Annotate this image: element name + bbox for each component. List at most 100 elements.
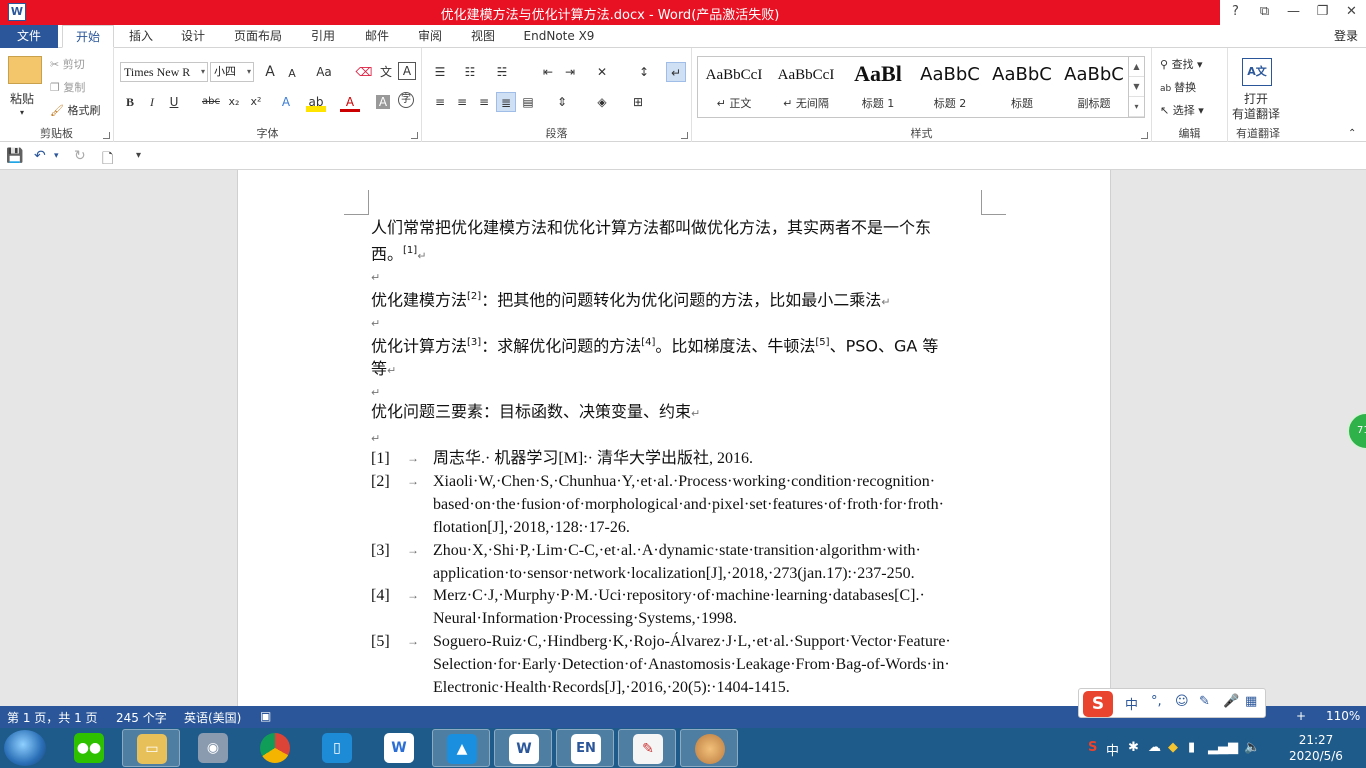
start-button-icon[interactable] bbox=[4, 730, 46, 766]
tab-file[interactable]: 文件 bbox=[0, 25, 58, 48]
ime-mode-button[interactable]: 中 bbox=[1125, 694, 1138, 713]
bullets-icon[interactable]: ☰ bbox=[430, 62, 450, 82]
taskbar-explorer[interactable]: ▭ bbox=[122, 729, 180, 767]
paragraph-launcher-icon[interactable] bbox=[681, 132, 688, 139]
chevron-down-icon[interactable]: ▼ bbox=[1129, 77, 1144, 97]
network-tray-icon[interactable]: ▂▄▆ bbox=[1208, 740, 1238, 755]
sogou-logo-icon[interactable]: S bbox=[1083, 691, 1113, 717]
paragraph-4[interactable]: 优化问题三要素：目标函数、决策变量、约束↵ bbox=[371, 400, 983, 425]
distributed-icon[interactable]: ▤ bbox=[518, 92, 538, 112]
replace-button[interactable]: ab 替换 bbox=[1160, 79, 1196, 95]
tab-review[interactable]: 审阅 bbox=[409, 25, 451, 48]
styles-launcher-icon[interactable] bbox=[1141, 132, 1148, 139]
tab-home[interactable]: 开始 bbox=[62, 25, 114, 48]
underline-button[interactable]: U bbox=[164, 92, 184, 112]
copy-button[interactable]: ❐ 复制 bbox=[50, 79, 85, 95]
star-tray-icon[interactable]: ✱ bbox=[1128, 740, 1139, 755]
language-indicator[interactable]: 英语(美国) bbox=[184, 709, 241, 726]
enclosed-char-icon[interactable]: 字 bbox=[398, 92, 414, 108]
borders-icon[interactable]: ⊞ bbox=[628, 92, 648, 112]
style-normal[interactable]: AaBbCcI ↵ 正文 bbox=[698, 57, 770, 117]
paragraph-1[interactable]: 人们常常把优化建模方法和优化计算方法都叫做优化方法，其实两者不是一个东 西。[1… bbox=[371, 216, 983, 267]
sogou-tray-icon[interactable]: S bbox=[1088, 740, 1097, 755]
format-painter-button[interactable]: 🖌 格式刷 bbox=[50, 102, 100, 118]
taskbar-cloud[interactable]: ▲ bbox=[432, 729, 490, 767]
paragraph-3[interactable]: 优化计算方法[3]：求解优化问题的方法[4]。比如梯度法、牛顿法[5]、PSO、… bbox=[371, 331, 983, 382]
tab-view[interactable]: 视图 bbox=[462, 25, 504, 48]
bold-button[interactable]: B bbox=[120, 92, 140, 112]
cut-button[interactable]: ✂ 剪切 bbox=[50, 56, 85, 72]
subscript-button[interactable]: x₂ bbox=[224, 92, 244, 112]
paste-dropdown-icon[interactable]: ▾ bbox=[20, 108, 24, 117]
page-count[interactable]: 第 1 页，共 1 页 bbox=[7, 709, 98, 726]
undo-dropdown-icon[interactable]: ▾ bbox=[54, 151, 59, 161]
customize-qat-icon[interactable]: ▾ bbox=[136, 150, 141, 161]
font-launcher-icon[interactable] bbox=[411, 132, 418, 139]
word-count[interactable]: 245 个字 bbox=[116, 709, 167, 726]
pen-icon[interactable]: ✎ bbox=[1199, 694, 1210, 709]
document-page[interactable]: 人们常常把优化建模方法和优化计算方法都叫做优化方法，其实两者不是一个东 西。[1… bbox=[237, 170, 1111, 706]
close-icon[interactable]: ✕ bbox=[1337, 0, 1366, 25]
decrease-indent-icon[interactable]: ⇤ bbox=[538, 62, 558, 82]
paste-icon[interactable] bbox=[8, 56, 42, 84]
cloud-tray-icon[interactable]: ☁ bbox=[1148, 740, 1161, 755]
asian-layout-icon[interactable]: ✕ bbox=[592, 62, 612, 82]
sort-icon[interactable]: ↕ bbox=[634, 62, 654, 82]
shading-icon[interactable]: ◈ bbox=[592, 92, 612, 112]
style-heading-2[interactable]: AaBbC 标题 2 bbox=[914, 57, 986, 117]
save-icon[interactable]: 💾 bbox=[6, 148, 23, 164]
taskbar-wps[interactable]: W bbox=[370, 729, 428, 767]
help-icon[interactable]: ? bbox=[1221, 0, 1250, 25]
reference-1[interactable]: [1] → 周志华.· 机器学习[M]:· 清华大学出版社, 2016. bbox=[371, 447, 983, 470]
change-case-button[interactable]: Aa bbox=[310, 62, 338, 82]
toolbox-icon[interactable]: ▦ bbox=[1245, 694, 1257, 709]
reference-4[interactable]: [4] → Merz·C·J,·Murphy·P·M.·Uci·repository… bbox=[371, 584, 983, 630]
security-tray-icon[interactable]: ◆ bbox=[1168, 740, 1178, 755]
taskbar-camera[interactable]: ◉ bbox=[184, 729, 242, 767]
volume-icon[interactable]: 🔈 bbox=[1244, 740, 1260, 755]
align-center-icon[interactable]: ≡ bbox=[452, 92, 472, 112]
taskbar-reader[interactable]: ▯ bbox=[308, 729, 366, 767]
font-size-combo[interactable]: 小四 ▾ bbox=[210, 62, 254, 82]
char-shading-icon[interactable]: A bbox=[376, 95, 390, 109]
zoom-in-button[interactable]: + bbox=[1296, 709, 1306, 723]
italic-button[interactable]: I bbox=[142, 92, 162, 112]
tab-insert[interactable]: 插入 bbox=[120, 25, 162, 48]
line-spacing-icon[interactable]: ⇕ bbox=[552, 92, 572, 112]
phonetic-guide-icon[interactable]: 文 bbox=[376, 62, 396, 82]
microphone-icon[interactable]: 🎤 bbox=[1223, 694, 1239, 709]
reference-2[interactable]: [2] → Xiaoli·W,·Chen·S,·Chunhua·Y,·et·al.·… bbox=[371, 470, 983, 539]
shrink-font-button[interactable]: A bbox=[282, 64, 302, 84]
taskbar-wechat[interactable]: ●● bbox=[60, 729, 118, 767]
punctuation-icon[interactable]: °, bbox=[1151, 694, 1162, 709]
undo-icon[interactable]: ↶ bbox=[34, 148, 46, 164]
taskbar-photo[interactable] bbox=[680, 729, 738, 767]
minimize-icon[interactable]: — bbox=[1279, 0, 1308, 25]
clear-format-icon[interactable]: ⌫ bbox=[354, 62, 374, 82]
numbering-icon[interactable]: ☷ bbox=[460, 62, 480, 82]
zoom-level[interactable]: 110% bbox=[1326, 709, 1360, 723]
taskbar-endnote[interactable]: EN bbox=[556, 729, 614, 767]
font-color-icon[interactable]: A bbox=[340, 92, 360, 112]
tab-references[interactable]: 引用 bbox=[302, 25, 344, 48]
multilevel-list-icon[interactable]: ☵ bbox=[492, 62, 512, 82]
clipboard-launcher-icon[interactable] bbox=[103, 132, 110, 139]
grow-font-button[interactable]: A bbox=[260, 62, 280, 82]
emoji-icon[interactable]: ☺ bbox=[1175, 694, 1189, 709]
reference-5[interactable]: [5] → Soguero-Ruiz·C,·Hindberg·K,·Rojo-Álv… bbox=[371, 630, 983, 699]
redo-icon[interactable]: ↻ bbox=[74, 148, 86, 164]
char-border-icon[interactable]: A bbox=[398, 62, 416, 80]
new-document-icon[interactable]: 🗋 bbox=[102, 148, 113, 172]
style-subtitle[interactable]: AaBbC 副标题 bbox=[1058, 57, 1130, 117]
tab-endnote[interactable]: EndNote X9 bbox=[518, 25, 600, 48]
tab-design[interactable]: 设计 bbox=[172, 25, 214, 48]
taskbar-chrome[interactable] bbox=[246, 729, 304, 767]
clock[interactable]: 21:27 2020/5/6 bbox=[1286, 732, 1346, 764]
style-title[interactable]: AaBbC 标题 bbox=[986, 57, 1058, 117]
collapse-ribbon-icon[interactable]: ⌃ bbox=[1348, 128, 1356, 139]
tab-layout[interactable]: 页面布局 bbox=[228, 25, 288, 48]
font-name-combo[interactable]: Times New R ▾ bbox=[120, 62, 208, 82]
text-effects-icon[interactable]: A bbox=[276, 92, 296, 112]
taskbar-word[interactable]: W bbox=[494, 729, 552, 767]
open-youdao-button-line2[interactable]: 有道翻译 bbox=[1232, 105, 1280, 122]
